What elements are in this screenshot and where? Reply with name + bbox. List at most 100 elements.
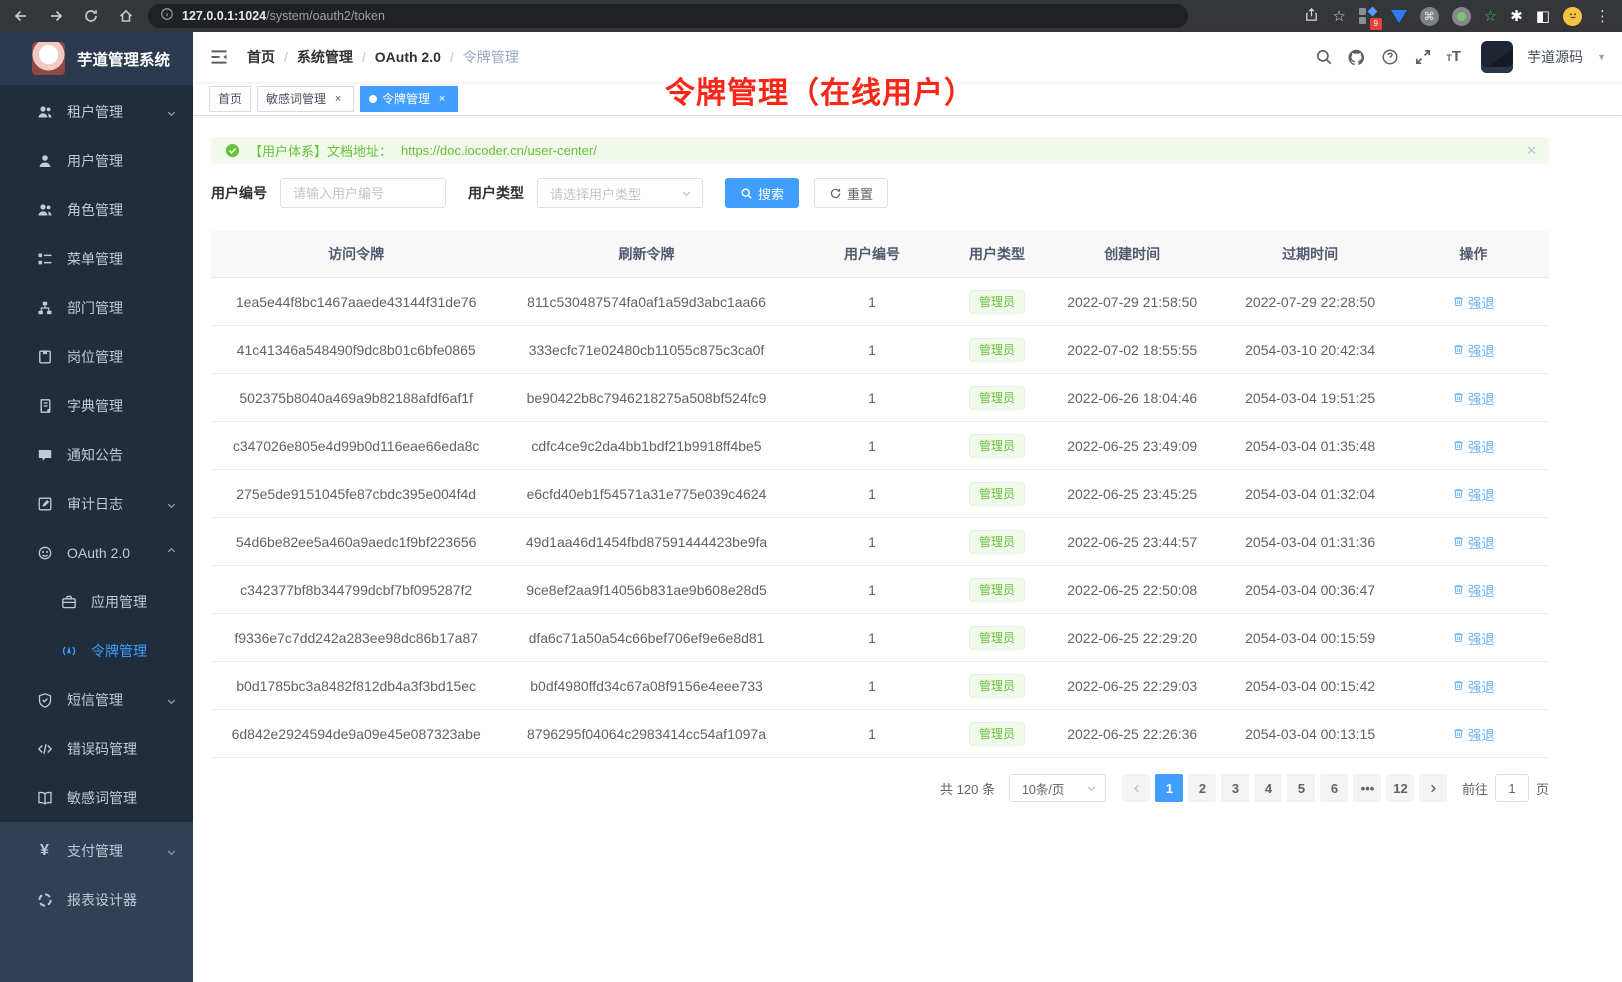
close-icon[interactable]: ×: [435, 93, 449, 105]
sidebar-item-dept[interactable]: 部门管理: [0, 283, 193, 332]
action-cell: 强退: [1398, 340, 1549, 360]
reload-icon[interactable]: [82, 8, 99, 25]
reset-button[interactable]: 重置: [814, 178, 888, 208]
collapse-sidebar-icon[interactable]: [209, 47, 229, 67]
forward-icon[interactable]: [47, 8, 64, 25]
sidebar-item-user[interactable]: 用户管理: [0, 136, 193, 185]
back-icon[interactable]: [12, 8, 29, 25]
user-id-cell: 1: [792, 630, 953, 646]
prev-page-button[interactable]: [1122, 774, 1150, 802]
force-logout-button[interactable]: 强退: [1452, 484, 1495, 504]
force-logout-button[interactable]: 强退: [1452, 724, 1495, 744]
force-logout-button[interactable]: 强退: [1452, 628, 1495, 648]
fullscreen-icon[interactable]: [1413, 48, 1432, 67]
url-bar[interactable]: 127.0.0.1:1024/system/oauth2/token: [148, 4, 1188, 28]
page-size-select[interactable]: 10条/页: [1009, 774, 1106, 802]
breadcrumb-item[interactable]: 系统管理: [297, 47, 353, 67]
refresh-token-cell: 49d1aa46d1454fbd87591444423be9fa: [501, 534, 791, 550]
sidebar-item-label: 通知公告: [67, 445, 123, 465]
goto-label: 前往: [1462, 779, 1488, 798]
user-type-cell: 管理员: [952, 482, 1042, 506]
close-icon[interactable]: ×: [331, 93, 345, 105]
alert-close-icon[interactable]: ✕: [1526, 143, 1537, 159]
page-button-2[interactable]: 2: [1188, 774, 1216, 802]
command-extension-icon[interactable]: ⌘: [1420, 7, 1439, 26]
page-button-4[interactable]: 4: [1254, 774, 1282, 802]
browser-menu-icon[interactable]: ⋮: [1595, 9, 1610, 24]
notice-icon: [36, 446, 53, 463]
sidebar-item-audit-log[interactable]: 审计日志: [0, 479, 193, 528]
green-star-extension-icon[interactable]: ☆: [1484, 9, 1497, 24]
sidebar-item-label: 字典管理: [67, 396, 123, 416]
sidebar-item-oauth2-app[interactable]: 应用管理: [0, 577, 193, 626]
user-menu-caret-icon[interactable]: ▼: [1597, 52, 1606, 62]
split-square-extension-icon[interactable]: ◧: [1536, 9, 1550, 24]
breadcrumb-item[interactable]: 首页: [247, 47, 275, 67]
created-time-cell: 2022-06-25 22:29:03: [1042, 678, 1223, 694]
share-icon[interactable]: [1304, 7, 1319, 25]
goto-page-input[interactable]: [1495, 774, 1529, 802]
force-logout-button[interactable]: 强退: [1452, 388, 1495, 408]
sidebar-item-post[interactable]: 岗位管理: [0, 332, 193, 381]
sidebar-item-oauth2-token[interactable]: 令牌管理: [0, 626, 193, 675]
sidebar-item-notice[interactable]: 通知公告: [0, 430, 193, 479]
extension-grid-icon[interactable]: 9: [1359, 7, 1378, 26]
profile-avatar-icon[interactable]: [1563, 7, 1582, 26]
user-type-select[interactable]: 请选择用户类型: [537, 178, 703, 208]
table-row: 41c41346a548490f9dc8b01c6bfe0865 333ecfc…: [211, 326, 1549, 374]
sidebar-item-dict[interactable]: 字典管理: [0, 381, 193, 430]
chevron-down-icon: [166, 498, 177, 509]
tab-首页[interactable]: 首页: [209, 86, 251, 112]
action-cell: 强退: [1398, 628, 1549, 648]
page-button-12[interactable]: 12: [1386, 774, 1414, 802]
sidebar-item-report-designer[interactable]: 报表设计器: [0, 875, 193, 924]
user-type-cell: 管理员: [952, 626, 1042, 650]
gem-extension-icon[interactable]: [1391, 10, 1407, 23]
sidebar-item-pay[interactable]: ¥支付管理: [0, 826, 193, 875]
page-button-3[interactable]: 3: [1221, 774, 1249, 802]
sidebar-item-menu[interactable]: 菜单管理: [0, 234, 193, 283]
force-logout-button[interactable]: 强退: [1452, 676, 1495, 696]
action-cell: 强退: [1398, 676, 1549, 696]
sidebar-item-sms[interactable]: 短信管理: [0, 675, 193, 724]
font-size-icon[interactable]: TT: [1446, 48, 1461, 66]
help-icon[interactable]: [1380, 48, 1399, 67]
force-logout-button[interactable]: 强退: [1452, 532, 1495, 552]
user-avatar[interactable]: [1481, 41, 1513, 73]
home-icon[interactable]: [117, 8, 134, 25]
tab-令牌管理[interactable]: 令牌管理×: [360, 86, 458, 112]
search-button[interactable]: 搜索: [725, 178, 799, 208]
username[interactable]: 芋道源码: [1527, 47, 1583, 67]
action-cell: 强退: [1398, 580, 1549, 600]
sidebar-item-tenant[interactable]: 租户管理: [0, 87, 193, 136]
force-logout-button[interactable]: 强退: [1452, 292, 1495, 312]
github-icon[interactable]: [1347, 48, 1366, 67]
force-logout-button[interactable]: 强退: [1452, 436, 1495, 456]
bookmark-star-icon[interactable]: ☆: [1332, 9, 1345, 24]
access-token-cell: f9336e7c7dd242a283ee98dc86b17a87: [211, 630, 501, 646]
recorder-extension-icon[interactable]: [1452, 7, 1471, 26]
expire-time-cell: 2054-03-04 00:15:59: [1223, 630, 1398, 646]
force-logout-button[interactable]: 强退: [1452, 340, 1495, 360]
search-icon[interactable]: [1314, 48, 1333, 67]
sidebar-item-oauth2[interactable]: OAuth 2.0: [0, 528, 193, 577]
alert-doc-link[interactable]: https://doc.iocoder.cn/user-center/: [401, 143, 597, 158]
page-button-6[interactable]: 6: [1320, 774, 1348, 802]
breadcrumb-item[interactable]: OAuth 2.0: [375, 49, 441, 65]
column-header: 访问令牌: [211, 231, 501, 277]
sidebar-item-error-code[interactable]: 错误码管理: [0, 724, 193, 773]
tab-敏感词管理[interactable]: 敏感词管理×: [257, 86, 354, 112]
page-button-more[interactable]: •••: [1353, 774, 1381, 802]
next-page-button[interactable]: [1419, 774, 1447, 802]
page-button-5[interactable]: 5: [1287, 774, 1315, 802]
site-info-icon[interactable]: [160, 7, 174, 26]
page-button-1[interactable]: 1: [1155, 774, 1183, 802]
sidebar-item-role[interactable]: 角色管理: [0, 185, 193, 234]
user-id-input[interactable]: [280, 178, 446, 208]
sidebar-header: 芋道管理系统: [0, 32, 193, 85]
sidebar-item-sensitive-word[interactable]: 敏感词管理: [0, 773, 193, 822]
column-header: 刷新令牌: [501, 231, 791, 277]
force-logout-button[interactable]: 强退: [1452, 580, 1495, 600]
pinwheel-extension-icon[interactable]: ✱: [1510, 9, 1523, 24]
table-row: c342377bf8b344799dcbf7bf095287f2 9ce8ef2…: [211, 566, 1549, 614]
